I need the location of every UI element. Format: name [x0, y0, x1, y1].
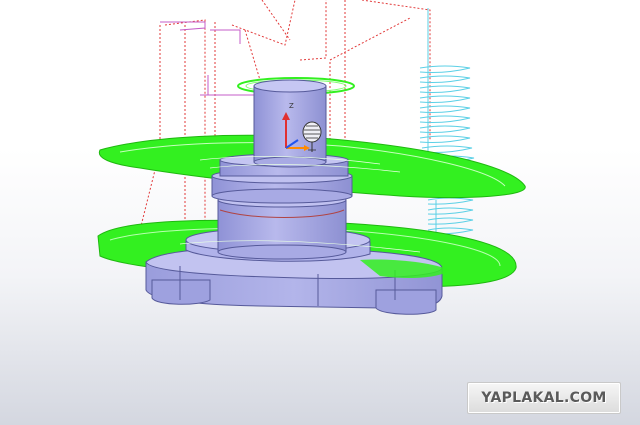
3d-model-scene[interactable]: Z [0, 0, 640, 425]
site-watermark: YAPLAKAL.COM [467, 382, 621, 414]
axis-z-label: Z [289, 102, 294, 110]
watermark-text: YAPLAKAL.COM [481, 390, 607, 406]
cad-viewport[interactable]: Z YAPLAKAL.COM [0, 0, 640, 425]
